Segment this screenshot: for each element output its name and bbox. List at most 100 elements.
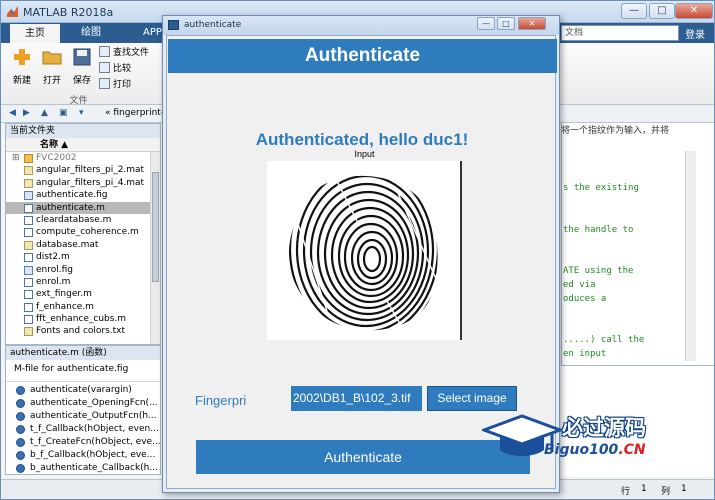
watermark-en-suffix: .CN bbox=[618, 442, 646, 458]
mat-file-icon bbox=[24, 240, 33, 250]
file-item[interactable]: angular_filters_pi_4.mat bbox=[6, 177, 160, 189]
function-name: b_authenticate_Callback(h... bbox=[30, 463, 158, 473]
file-item[interactable]: enrol.fig bbox=[6, 264, 160, 276]
function-item[interactable]: authenticate_OutputFcn(h... bbox=[6, 410, 160, 423]
login-button[interactable]: 登录 bbox=[685, 26, 705, 41]
function-name: authenticate_OpeningFcn(... bbox=[30, 398, 158, 408]
file-item[interactable]: ⊞ FVC2002 bbox=[6, 152, 160, 164]
search-documentation-input[interactable]: 文档 bbox=[561, 25, 679, 41]
find-files-button[interactable]: 查找文件 bbox=[99, 46, 149, 60]
matlab-logo-icon bbox=[7, 6, 18, 17]
function-icon bbox=[16, 399, 25, 408]
file-item[interactable]: authenticate.fig bbox=[6, 189, 160, 201]
editor-info-bar: 将一个指纹作为输入，并将 bbox=[561, 126, 670, 136]
save-disk-icon bbox=[73, 48, 91, 66]
authenticate-header: Authenticate bbox=[168, 39, 557, 73]
file-item[interactable]: Fonts and colors.txt bbox=[6, 325, 160, 337]
function-item[interactable]: authenticate_OpeningFcn(... bbox=[6, 397, 160, 410]
file-item[interactable]: fft_enhance_cubs.m bbox=[6, 313, 160, 325]
fig-file-icon bbox=[24, 191, 33, 201]
file-name: compute_coherence.m bbox=[36, 227, 139, 238]
function-item[interactable]: b_f_Callback(hObject, eve... bbox=[6, 449, 160, 462]
image-title: Input bbox=[354, 149, 375, 159]
function-item[interactable]: t_f_CreateFcn(hObject, eve... bbox=[6, 436, 160, 449]
auth-minimize-button[interactable]: — bbox=[477, 17, 495, 30]
file-item[interactable]: dist2.m bbox=[6, 251, 160, 263]
tab-home[interactable]: 主页 bbox=[9, 23, 61, 43]
print-label: 打印 bbox=[113, 80, 132, 90]
mfile-file-icon bbox=[24, 302, 33, 312]
row-value: 1 bbox=[641, 484, 647, 494]
file-item[interactable]: angular_filters_pi_2.mat bbox=[6, 164, 160, 176]
file-name: cleardatabase.m bbox=[36, 214, 112, 225]
code-line: ed via bbox=[563, 280, 596, 290]
mfile-file-icon bbox=[24, 228, 33, 238]
print-button[interactable]: 打印 bbox=[99, 78, 131, 92]
mfile-file-icon bbox=[24, 277, 33, 287]
save-button[interactable]: 保存 bbox=[69, 47, 95, 86]
open-button[interactable]: 打开 bbox=[39, 47, 65, 86]
file-name: angular_filters_pi_4.mat bbox=[36, 177, 145, 188]
mfile-file-icon bbox=[24, 215, 33, 225]
scrollbar-thumb[interactable] bbox=[152, 172, 159, 282]
file-name: enrol.m bbox=[36, 276, 71, 287]
auth-close-button[interactable]: ✕ bbox=[518, 17, 546, 30]
open-label: 打开 bbox=[42, 76, 61, 86]
new-plus-icon bbox=[14, 49, 30, 65]
forward-arrow-icon[interactable]: ▶ bbox=[23, 108, 30, 118]
authenticate-window-title: authenticate bbox=[184, 20, 242, 30]
compare-label: 比较 bbox=[113, 64, 132, 74]
new-button[interactable]: 新建 bbox=[9, 47, 35, 86]
minimize-button[interactable]: — bbox=[621, 3, 647, 19]
name-column-header[interactable]: 名称 ▲ bbox=[6, 138, 160, 152]
file-item[interactable]: enrol.m bbox=[6, 276, 160, 288]
file-item[interactable]: f_enhance.m bbox=[6, 301, 160, 313]
file-name: dist2.m bbox=[36, 252, 70, 263]
file-name: authenticate.m bbox=[36, 202, 105, 213]
up-folder-icon[interactable]: ▲ bbox=[41, 108, 48, 118]
function-icon bbox=[16, 386, 25, 395]
file-name: enrol.fig bbox=[36, 264, 73, 275]
file-item[interactable]: ext_finger.m bbox=[6, 288, 160, 300]
compare-button[interactable]: 比较 bbox=[99, 62, 131, 76]
authentication-status: Authenticated, hello duc1! bbox=[255, 130, 469, 149]
folder-file-icon bbox=[24, 154, 33, 163]
tab-plots[interactable]: 绘图 bbox=[73, 23, 109, 43]
row-label: 行 bbox=[621, 487, 631, 497]
file-path-field[interactable]: 2002\DB1_B\102_3.tif bbox=[291, 386, 422, 411]
code-line: s the existing bbox=[563, 183, 639, 193]
file-item[interactable]: compute_coherence.m bbox=[6, 226, 160, 238]
function-item[interactable]: authenticate(varargin) bbox=[6, 384, 160, 397]
expand-icon[interactable]: ⊞ bbox=[12, 152, 20, 164]
file-item[interactable]: database.mat bbox=[6, 239, 160, 251]
file-name: fft_enhance_cubs.m bbox=[36, 314, 127, 325]
editor-scrollbar[interactable] bbox=[685, 151, 696, 361]
file-item[interactable]: cleardatabase.m bbox=[6, 214, 160, 226]
address-dropdown-icon[interactable]: ▾ bbox=[79, 108, 84, 118]
file-name: FVC2002 bbox=[36, 153, 77, 163]
function-icon bbox=[16, 438, 25, 447]
browse-folder-icon[interactable]: ▣ bbox=[59, 108, 68, 118]
mfile-file-icon bbox=[24, 203, 33, 213]
mfile-file-icon bbox=[24, 253, 33, 263]
new-label: 新建 bbox=[12, 76, 31, 86]
function-name: b_f_Callback(hObject, eve... bbox=[30, 450, 156, 460]
folder-scrollbar[interactable] bbox=[150, 152, 160, 344]
watermark-en-main: Biguo100 bbox=[544, 442, 619, 458]
txt-file-icon bbox=[24, 327, 33, 337]
back-arrow-icon[interactable]: ◀ bbox=[9, 108, 16, 118]
function-item[interactable]: b_authenticate_Callback(h... bbox=[6, 462, 160, 475]
function-item[interactable]: t_f_Callback(hObject, even... bbox=[6, 423, 160, 436]
authenticate-button[interactable]: Authenticate bbox=[196, 440, 530, 474]
auth-maximize-button[interactable]: □ bbox=[497, 17, 515, 30]
maximize-button[interactable]: □ bbox=[649, 3, 675, 19]
function-name: t_f_CreateFcn(hObject, eve... bbox=[30, 437, 160, 447]
file-item[interactable]: authenticate.m bbox=[6, 201, 160, 214]
col-value: 1 bbox=[681, 484, 687, 494]
close-button[interactable]: ✕ bbox=[675, 3, 713, 19]
code-line: en input bbox=[563, 349, 607, 359]
mat-file-icon bbox=[24, 166, 33, 176]
function-icon bbox=[16, 425, 25, 434]
mat-file-icon bbox=[24, 178, 33, 188]
file-list: ⊞ FVC2002 angular_filters_pi_2.mat angular_… bbox=[6, 152, 160, 338]
